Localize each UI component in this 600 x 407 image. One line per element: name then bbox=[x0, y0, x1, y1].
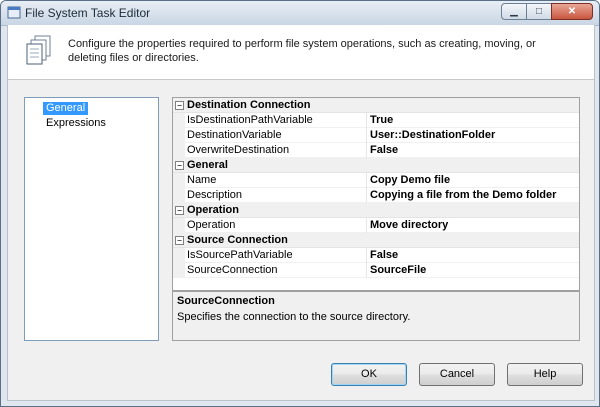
property-description-title: SourceConnection bbox=[177, 295, 275, 307]
nav-pane: General Expressions bbox=[24, 97, 159, 341]
property-row[interactable]: OverwriteDestination False bbox=[173, 143, 579, 158]
collapse-icon[interactable]: − bbox=[175, 101, 184, 110]
column-divider[interactable] bbox=[366, 218, 367, 233]
property-description-text: Specifies the connection to the source d… bbox=[177, 311, 411, 323]
category-label: General bbox=[187, 159, 228, 171]
property-name: DestinationVariable bbox=[187, 129, 282, 141]
dialog-window: File System Task Editor ▁ □ ✕ Configure … bbox=[0, 0, 600, 407]
category-row[interactable]: − Source Connection bbox=[173, 233, 579, 248]
row-gutter bbox=[173, 188, 185, 203]
property-value[interactable]: False bbox=[370, 249, 575, 262]
row-gutter bbox=[173, 173, 185, 188]
ok-button[interactable]: OK bbox=[331, 363, 407, 386]
column-divider[interactable] bbox=[366, 263, 367, 278]
property-row[interactable]: DestinationVariable User::DestinationFold… bbox=[173, 128, 579, 143]
property-value[interactable]: True bbox=[370, 114, 575, 127]
column-divider[interactable] bbox=[366, 188, 367, 203]
app-icon bbox=[7, 6, 21, 19]
column-divider[interactable] bbox=[366, 143, 367, 158]
row-gutter bbox=[173, 113, 185, 128]
column-divider[interactable] bbox=[366, 128, 367, 143]
property-value[interactable]: Copying a file from the Demo folder bbox=[370, 189, 575, 202]
property-name: Description bbox=[187, 189, 243, 201]
nav-item-expressions[interactable]: Expressions bbox=[43, 117, 109, 130]
category-row[interactable]: − Destination Connection bbox=[173, 98, 579, 113]
header-description: Configure the properties required to per… bbox=[68, 38, 536, 64]
column-divider[interactable] bbox=[366, 173, 367, 188]
property-row[interactable]: Description Copying a file from the Demo … bbox=[173, 188, 579, 203]
category-label: Source Connection bbox=[187, 234, 288, 246]
cancel-button[interactable]: Cancel bbox=[419, 363, 495, 386]
nav-item-general[interactable]: General bbox=[43, 102, 89, 115]
property-value[interactable]: Copy Demo file bbox=[370, 174, 575, 187]
property-value[interactable]: Move directory bbox=[370, 219, 575, 232]
property-row[interactable]: Operation Move directory bbox=[173, 218, 579, 233]
property-name: IsDestinationPathVariable bbox=[187, 114, 313, 126]
column-divider[interactable] bbox=[366, 248, 367, 263]
row-gutter bbox=[173, 128, 185, 143]
maximize-icon: □ bbox=[535, 6, 543, 17]
row-gutter bbox=[173, 218, 185, 233]
property-row[interactable]: IsDestinationPathVariable True bbox=[173, 113, 579, 128]
header-panel: Configure the properties required to per… bbox=[8, 25, 594, 80]
property-value[interactable]: False bbox=[370, 144, 575, 157]
row-gutter bbox=[173, 143, 185, 158]
collapse-icon[interactable]: − bbox=[175, 236, 184, 245]
help-button[interactable]: Help bbox=[507, 363, 583, 386]
file-system-task-icon bbox=[26, 35, 51, 65]
close-button[interactable]: ✕ bbox=[551, 3, 593, 20]
category-label: Operation bbox=[187, 204, 239, 216]
property-name: Name bbox=[187, 174, 217, 186]
property-name: OverwriteDestination bbox=[187, 144, 290, 156]
close-icon: ✕ bbox=[567, 6, 577, 17]
property-description-panel: SourceConnection Specifies the connectio… bbox=[172, 291, 580, 341]
collapse-icon[interactable]: − bbox=[175, 206, 184, 215]
column-divider[interactable] bbox=[366, 113, 367, 128]
property-value[interactable]: User::DestinationFolder bbox=[370, 129, 575, 142]
category-label: Destination Connection bbox=[187, 99, 311, 111]
property-row[interactable]: Name Copy Demo file bbox=[173, 173, 579, 188]
collapse-icon[interactable]: − bbox=[175, 161, 184, 170]
property-row[interactable]: IsSourcePathVariable False bbox=[173, 248, 579, 263]
property-grid: − Destination Connection IsDestinationPath… bbox=[172, 97, 580, 291]
title-bar[interactable]: File System Task Editor ▁ □ ✕ bbox=[1, 1, 599, 26]
category-row[interactable]: − General bbox=[173, 158, 579, 173]
dialog-client-area: Configure the properties required to per… bbox=[7, 25, 595, 401]
category-row[interactable]: − Operation bbox=[173, 203, 579, 218]
property-row[interactable]: SourceConnection SourceFile bbox=[173, 263, 579, 278]
property-name: IsSourcePathVariable bbox=[187, 249, 293, 261]
property-name: Operation bbox=[187, 219, 236, 231]
maximize-button[interactable]: □ bbox=[526, 3, 552, 20]
row-gutter bbox=[173, 263, 185, 278]
minimize-icon: ▁ bbox=[510, 6, 518, 17]
window-title: File System Task Editor bbox=[25, 6, 151, 20]
minimize-button[interactable]: ▁ bbox=[501, 3, 527, 20]
property-value[interactable]: SourceFile bbox=[370, 264, 575, 277]
row-gutter bbox=[173, 248, 185, 263]
property-name: SourceConnection bbox=[187, 264, 278, 276]
